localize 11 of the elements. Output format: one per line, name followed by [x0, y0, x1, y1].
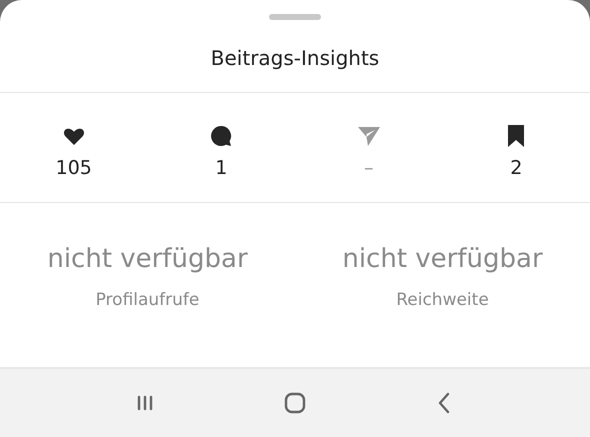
stat-count: 1	[215, 156, 228, 180]
stat-count: –	[364, 156, 374, 180]
speech-bubble-icon[interactable]	[209, 124, 234, 148]
drag-handle[interactable]	[269, 14, 321, 20]
metric-label: Reichweite	[396, 289, 489, 311]
metric-value: nicht verfügbar	[47, 243, 248, 276]
metric-label: Profilaufrufe	[96, 289, 200, 311]
stat-count: 105	[56, 156, 92, 180]
stat-count: 2	[510, 156, 522, 180]
sheet-title: Beitrags-Insights	[210, 45, 380, 72]
metric-value: nicht verfügbar	[342, 243, 543, 276]
